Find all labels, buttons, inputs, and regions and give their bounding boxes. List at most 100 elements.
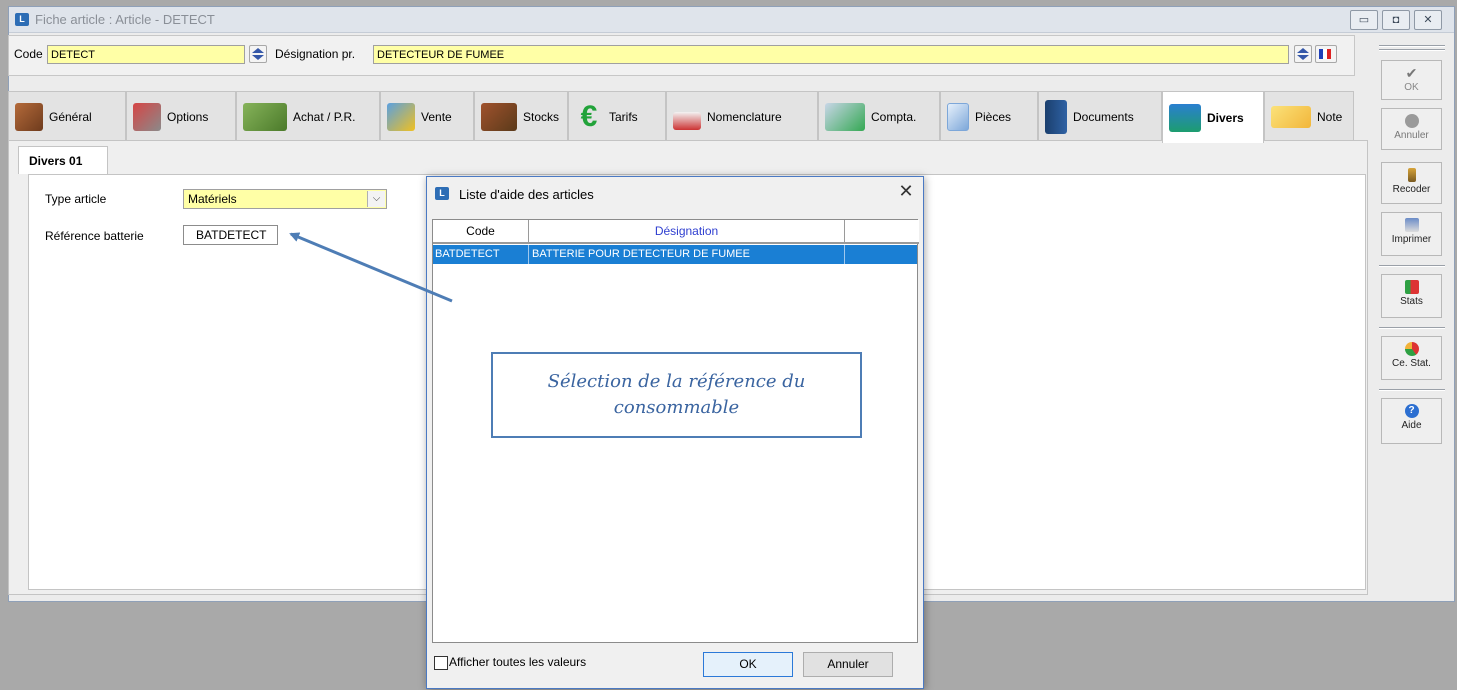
tab-note[interactable]: Note xyxy=(1264,91,1354,141)
tab-label: Vente xyxy=(421,109,452,124)
tab-pieces[interactable]: Pièces xyxy=(940,91,1038,141)
close-icon: ✕ xyxy=(1423,14,1433,26)
tab-label: Divers xyxy=(1207,110,1244,125)
dialog-close-button[interactable]: ✕ xyxy=(895,181,917,203)
printer-icon xyxy=(1404,218,1419,232)
window-title: Fiche article : Article - DETECT xyxy=(35,12,215,27)
check-icon: ✔ xyxy=(1405,65,1418,81)
imprimer-button[interactable]: Imprimer xyxy=(1381,212,1442,256)
show-all-label: Afficher toutes les valeurs xyxy=(449,655,587,669)
tab-compta[interactable]: Compta. xyxy=(818,91,940,141)
tab-label: Pièces xyxy=(975,109,1012,124)
tab-achat[interactable]: Achat / P.R. xyxy=(236,91,380,141)
aide-label: Aide xyxy=(1401,420,1422,431)
accounting-icon xyxy=(825,102,865,131)
close-icon: ✕ xyxy=(898,181,914,201)
nomenclature-icon xyxy=(673,111,701,130)
language-button[interactable] xyxy=(1315,45,1337,63)
stats-chart-icon xyxy=(1404,280,1419,294)
document-gear-icon xyxy=(387,102,415,131)
code-field[interactable]: DETECT xyxy=(47,45,245,64)
annuler-label: Annuler xyxy=(1394,130,1429,141)
row-designation: BATTERIE POUR DETECTEUR DE FUMEE xyxy=(532,248,750,260)
reference-batterie-field[interactable]: BATDETECT xyxy=(183,225,278,245)
annotation-line-1: Sélection de la référence du xyxy=(547,371,806,392)
book-icon xyxy=(1045,99,1067,134)
type-article-select[interactable]: Matériels ⌵ xyxy=(183,189,387,209)
up-down-arrows-icon xyxy=(252,48,264,60)
chevron-down-icon[interactable]: ⌵ xyxy=(367,191,385,207)
tab-divers[interactable]: Divers xyxy=(1162,91,1264,143)
tab-documents[interactable]: Documents xyxy=(1038,91,1162,141)
title-bar: L Fiche article : Article - DETECT ▭ ◘ ✕ xyxy=(9,7,1454,33)
maximize-button[interactable]: ◘ xyxy=(1382,10,1410,30)
euro-icon: € xyxy=(580,99,598,133)
key-icon xyxy=(1407,168,1416,182)
box-icon xyxy=(15,102,43,131)
column-header-empty xyxy=(845,220,919,244)
tab-label: Stocks xyxy=(523,109,560,124)
dialog-ok-button[interactable]: OK xyxy=(703,652,793,677)
stock-boxes-icon xyxy=(481,102,517,131)
help-icon: ? xyxy=(1404,404,1419,418)
basket-icon xyxy=(243,102,287,131)
ok-button[interactable]: ✔ OK xyxy=(1381,60,1442,100)
note-icon xyxy=(1271,105,1311,128)
subtab-divers-01[interactable]: Divers 01 xyxy=(18,146,108,174)
app-icon: L xyxy=(15,13,29,26)
dialog-app-icon: L xyxy=(435,187,449,200)
designation-field[interactable]: DETECTEUR DE FUMEE xyxy=(373,45,1289,64)
column-header-designation[interactable]: Désignation xyxy=(529,220,845,244)
recoder-label: Recoder xyxy=(1392,184,1431,195)
reference-batterie-label: Référence batterie xyxy=(45,229,144,243)
tab-label: Compta. xyxy=(871,109,917,124)
code-label: Code xyxy=(14,47,43,61)
ce-stat-button[interactable]: Ce. Stat. xyxy=(1381,336,1442,380)
stats-label: Stats xyxy=(1400,296,1423,307)
tab-label: Options xyxy=(167,109,209,124)
french-flag-icon xyxy=(1319,49,1331,59)
imprimer-label: Imprimer xyxy=(1391,234,1432,245)
column-header-code[interactable]: Code xyxy=(433,220,529,244)
minimize-icon: ▭ xyxy=(1358,14,1370,26)
tab-tarifs[interactable]: € Tarifs xyxy=(568,91,666,141)
tab-label: Documents xyxy=(1073,109,1134,124)
calculator-icon xyxy=(1169,103,1201,132)
up-down-arrows-icon xyxy=(1297,48,1309,60)
stats-button[interactable]: Stats xyxy=(1381,274,1442,318)
maximize-icon: ◘ xyxy=(1392,14,1400,26)
tab-label: Nomenclature xyxy=(707,109,782,124)
ce-stat-label: Ce. Stat. xyxy=(1392,358,1431,369)
article-header: Code DETECT Désignation pr. DETECTEUR DE… xyxy=(8,35,1355,76)
pages-icon xyxy=(947,102,969,131)
tab-label: Achat / P.R. xyxy=(293,109,356,124)
tab-options[interactable]: Options xyxy=(126,91,236,141)
pie-chart-icon xyxy=(1404,342,1419,356)
type-article-label: Type article xyxy=(45,192,107,206)
annuler-button[interactable]: Annuler xyxy=(1381,108,1442,150)
minimize-button[interactable]: ▭ xyxy=(1350,10,1378,30)
dialog-title: Liste d'aide des articles xyxy=(459,187,594,202)
close-button[interactable]: ✕ xyxy=(1414,10,1442,30)
tab-nomenclature[interactable]: Nomenclature xyxy=(666,91,818,141)
recoder-button[interactable]: Recoder xyxy=(1381,162,1442,204)
right-toolbar: ✔ OK Annuler Recoder Imprimer Stats Ce. … xyxy=(1377,36,1447,596)
tab-stocks[interactable]: Stocks xyxy=(474,91,568,141)
tab-vente[interactable]: Vente xyxy=(380,91,474,141)
annotation-callout: Sélection de la référence du consommable xyxy=(491,352,862,438)
tab-general[interactable]: Général xyxy=(8,91,126,141)
code-spin-button[interactable] xyxy=(249,45,267,63)
designation-spin-button[interactable] xyxy=(1294,45,1312,63)
show-all-checkbox[interactable] xyxy=(434,656,448,670)
table-row[interactable]: BATDETECT BATTERIE POUR DETECTEUR DE FUM… xyxy=(433,245,917,264)
cancel-icon xyxy=(1404,114,1419,128)
designation-label: Désignation pr. xyxy=(275,47,356,61)
options-icon xyxy=(133,102,161,131)
annotation-line-2: consommable xyxy=(613,397,740,418)
aide-button[interactable]: ? Aide xyxy=(1381,398,1442,444)
tab-label: Tarifs xyxy=(609,109,638,124)
row-code: BATDETECT xyxy=(435,248,500,260)
ok-label: OK xyxy=(1404,82,1419,93)
type-article-value: Matériels xyxy=(188,192,237,206)
dialog-cancel-button[interactable]: Annuler xyxy=(803,652,893,677)
